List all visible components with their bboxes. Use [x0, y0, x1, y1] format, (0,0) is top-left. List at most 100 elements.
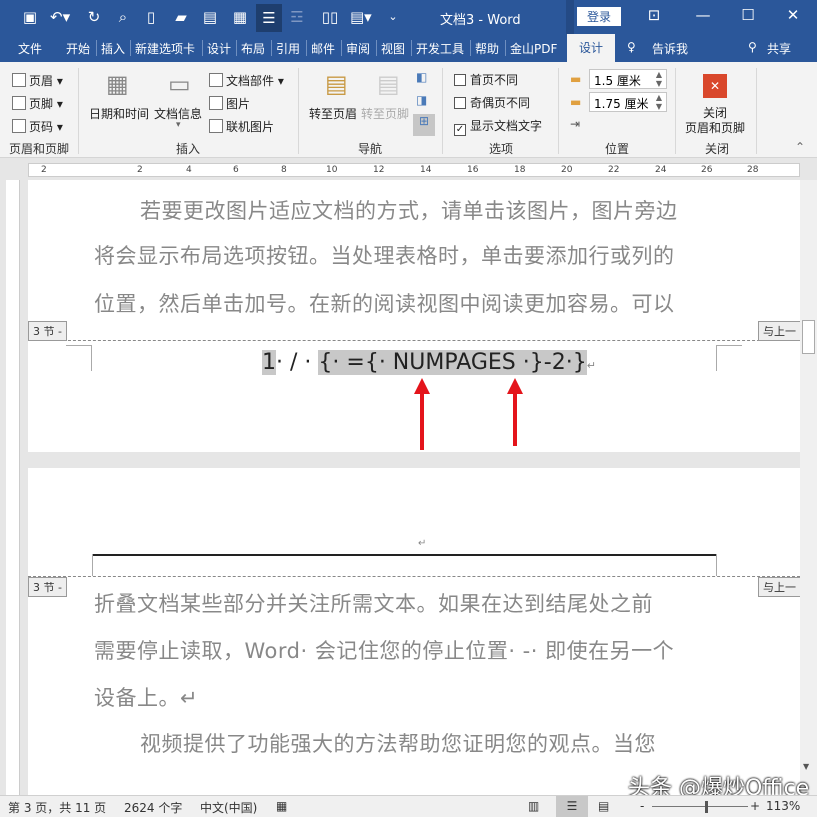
spinner-arrows-icon[interactable]: ▲▼ — [656, 70, 662, 88]
body-text-line[interactable]: 设备上。↵ — [94, 682, 198, 712]
share-button[interactable]: 共享 — [767, 40, 791, 57]
share-icon[interactable]: ⚲ — [748, 40, 757, 54]
show-document-text-checkbox[interactable]: ✓显示文档文字 — [454, 117, 542, 136]
scrollbar-thumb[interactable] — [802, 320, 815, 354]
body-text-line[interactable]: 视频提供了功能强大的方法帮助您证明您的观点。当您 — [140, 728, 656, 758]
tab-design-doc[interactable]: 设计 — [207, 40, 231, 57]
page-status[interactable]: 第 3 页，共 11 页 — [8, 799, 106, 816]
group-separator — [756, 68, 757, 154]
ruler-tick: 10 — [326, 165, 337, 175]
picture-label: 图片 — [226, 97, 250, 111]
minimize-button[interactable]: — — [688, 6, 718, 24]
goto-footer-button[interactable]: 转至页脚 — [361, 105, 409, 122]
word-count[interactable]: 2624 个字 — [124, 799, 182, 816]
new-document-icon[interactable]: ▯ — [141, 8, 161, 26]
page-number-button[interactable]: 页码 ▾ — [12, 118, 63, 135]
save-icon[interactable]: ▣ — [20, 8, 40, 26]
open-icon[interactable]: ▰ — [171, 8, 191, 26]
columns-icon[interactable]: ▯▯ — [320, 8, 340, 26]
body-text-line[interactable]: 折叠文档某些部分并关注所需文本。如果在达到结尾处之前 — [94, 588, 653, 618]
tab-layout[interactable]: 布局 — [241, 40, 265, 57]
body-text-line[interactable]: 需要停止读取，Word· 会记住您的停止位置· -· 即使在另一个 — [94, 635, 674, 665]
body-text-line[interactable]: 将会显示布局选项按钮。当处理表格时，单击要添加行或列的 — [94, 240, 675, 270]
print-preview-icon[interactable]: ⌕ — [113, 8, 133, 26]
insert-alignment-tab-icon[interactable]: ⇥ — [570, 117, 580, 131]
online-picture-button[interactable]: 联机图片 — [209, 118, 274, 135]
field-brace-close: } — [573, 350, 587, 375]
link-previous-icon[interactable]: ⊞ — [413, 114, 435, 136]
zoom-out-button[interactable]: - — [640, 799, 644, 813]
header-button[interactable]: 页眉 ▾ — [12, 72, 63, 89]
tab-developer[interactable]: 开发工具 — [416, 40, 464, 57]
header-position-input[interactable]: 1.5 厘米▲▼ — [589, 69, 667, 89]
print-layout-icon[interactable]: ☰ — [556, 796, 588, 817]
ruler-tick: 2 — [41, 165, 47, 175]
tab-kingsoft-pdf[interactable]: 金山PDF — [510, 40, 557, 57]
ribbon-display-button[interactable]: ⊡ — [639, 6, 669, 24]
footer-position-input[interactable]: 1.75 厘米▲▼ — [589, 92, 667, 112]
close-header-footer-label-2[interactable]: 页眉和页脚 — [685, 119, 745, 136]
ruler-tick: 16 — [467, 165, 478, 175]
page-number-field[interactable]: 1· / · {· ={· NUMPAGES ·}-2·}↵ — [262, 348, 596, 378]
horizontal-ruler[interactable]: 2 2 4 6 8 10 12 14 16 18 20 22 24 26 28 — [0, 160, 817, 180]
odd-even-different-checkbox[interactable]: 奇偶页不同 — [454, 94, 530, 111]
tab-view[interactable]: 视图 — [381, 40, 405, 57]
close-button[interactable]: ✕ — [778, 6, 808, 24]
maximize-button[interactable]: ☐ — [733, 6, 763, 24]
collapse-ribbon-icon[interactable]: ⌃ — [795, 140, 805, 154]
body-text-line[interactable]: 若要更改图片适应文档的方式，请单击该图片，图片旁边 — [140, 195, 678, 225]
vertical-scrollbar[interactable]: ▼ — [800, 180, 817, 795]
online-picture-icon — [209, 119, 223, 133]
spinner-arrows-icon[interactable]: ▲▼ — [656, 93, 662, 111]
tab-file[interactable]: 文件 — [18, 40, 42, 57]
language-status[interactable]: 中文(中国) — [200, 799, 257, 816]
red-arrow-annotation — [513, 392, 517, 446]
table-icon[interactable]: ☲ — [287, 8, 307, 26]
tab-home[interactable]: 开始 — [66, 40, 90, 57]
customize-icon[interactable]: ⌄ — [383, 8, 403, 26]
next-section-icon[interactable]: ◨ — [416, 93, 427, 107]
ruler-tick: 20 — [561, 165, 572, 175]
doc-parts-button[interactable]: 文档部件 ▾ — [209, 72, 284, 89]
body-text-line[interactable]: 位置，然后单击加号。在新的阅读视图中阅读更加容易。可以 — [94, 288, 675, 318]
footer-button[interactable]: 页脚 ▾ — [12, 95, 63, 112]
tell-me[interactable]: 告诉我 — [652, 40, 688, 57]
macro-record-icon[interactable]: ▦ — [276, 799, 287, 813]
goto-footer-icon: ▤ — [377, 70, 400, 98]
tab-design-active[interactable]: 设计 — [567, 34, 615, 62]
previous-section-icon[interactable]: ◧ — [416, 70, 427, 84]
page-count-icon[interactable]: ▦ — [230, 8, 250, 26]
zoom-in-button[interactable]: + — [750, 799, 760, 813]
tab-separator — [505, 40, 506, 56]
reading-mode-icon[interactable]: ☰ — [256, 4, 282, 32]
paragraph-mark: ↵ — [587, 359, 596, 372]
undo-icon[interactable]: ↶▾ — [50, 8, 70, 26]
web-layout-icon[interactable]: ▤ — [598, 799, 609, 813]
vertical-ruler[interactable] — [6, 180, 20, 795]
picture-button[interactable]: 图片 — [209, 95, 250, 112]
tab-mailings[interactable]: 邮件 — [311, 40, 335, 57]
first-page-different-checkbox[interactable]: 首页不同 — [454, 71, 518, 88]
ruler-tick: 28 — [747, 165, 758, 175]
date-time-button[interactable]: 日期和时间 — [89, 105, 149, 122]
goto-header-button[interactable]: 转至页眉 — [309, 105, 357, 122]
paste-special-icon[interactable]: ▤▾ — [350, 8, 370, 26]
tab-help[interactable]: 帮助 — [475, 40, 499, 57]
read-mode-icon[interactable]: ▥ — [528, 799, 539, 813]
tab-separator — [130, 40, 131, 56]
tab-review[interactable]: 审阅 — [346, 40, 370, 57]
redo-icon[interactable]: ↻ — [84, 8, 104, 26]
checkbox-label: 奇偶页不同 — [470, 96, 530, 110]
zoom-slider[interactable] — [652, 806, 748, 807]
close-header-footer-icon[interactable]: ✕ — [703, 74, 727, 98]
tab-new[interactable]: 新建选项卡 — [135, 40, 195, 57]
lightbulb-icon[interactable]: ♀ — [627, 40, 636, 54]
zoom-slider-thumb[interactable] — [705, 801, 708, 813]
login-button[interactable]: 登录 — [577, 7, 621, 26]
tab-insert[interactable]: 插入 — [101, 40, 125, 57]
group-separator — [298, 68, 299, 154]
paste-icon[interactable]: ▤ — [200, 8, 220, 26]
zoom-level[interactable]: 113% — [766, 799, 800, 813]
tab-references[interactable]: 引用 — [276, 40, 300, 57]
red-arrow-annotation — [420, 392, 424, 450]
